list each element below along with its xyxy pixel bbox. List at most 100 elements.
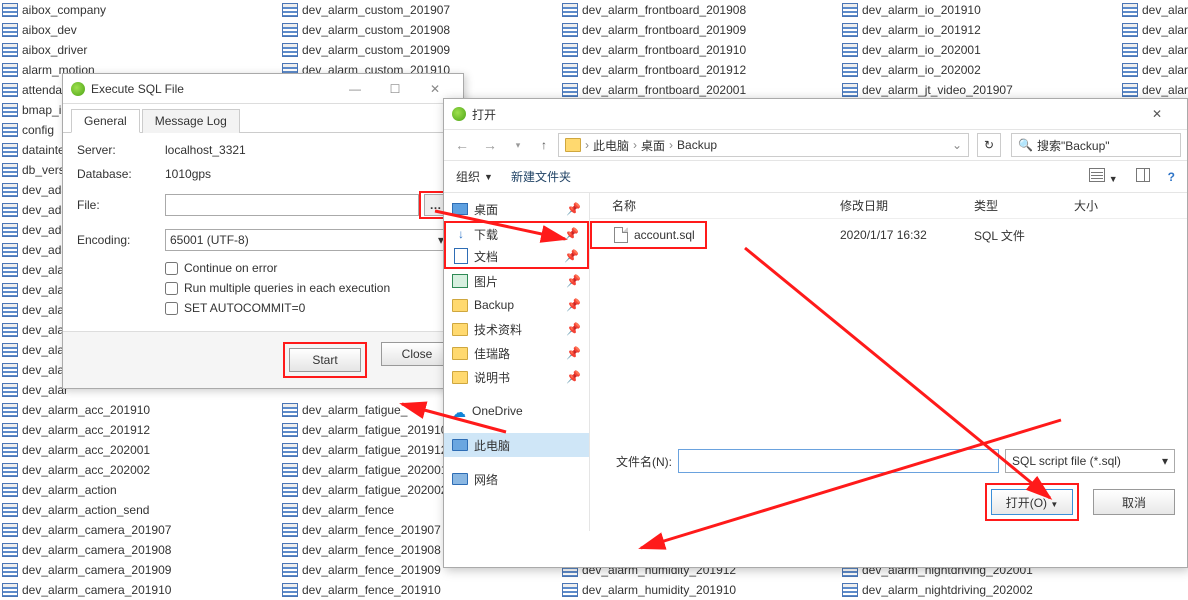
file-row[interactable]: account.sql 2020/1/17 16:32 SQL 文件 — [590, 223, 1187, 247]
sidebar-this-pc[interactable]: 此电脑 — [444, 433, 589, 457]
table-icon — [282, 503, 298, 517]
filename-input[interactable] — [678, 449, 999, 473]
column-headers[interactable]: 名称 修改日期 类型 大小 — [590, 193, 1187, 219]
table-item[interactable]: dev_alarm_acc_201912 — [0, 420, 280, 440]
table-icon — [562, 63, 578, 77]
tab-general[interactable]: General — [71, 109, 140, 133]
search-input[interactable]: 🔍搜索"Backup" — [1011, 133, 1181, 157]
preview-pane-button[interactable] — [1136, 168, 1150, 185]
table-item[interactable]: dev_alarm_frontboard_201908 — [560, 0, 840, 20]
refresh-button[interactable]: ↻ — [977, 133, 1001, 157]
maximize-button[interactable]: ☐ — [375, 79, 415, 99]
continue-on-error-checkbox[interactable]: Continue on error — [165, 261, 449, 275]
minimize-button[interactable]: — — [335, 79, 375, 99]
table-item[interactable]: dev_alarm_camera_201908 — [0, 540, 280, 560]
table-item[interactable]: dev_alarm_frontboard_201912 — [560, 60, 840, 80]
table-item[interactable]: dev_alarm_camera_201910 — [0, 580, 280, 600]
table-icon — [2, 3, 18, 17]
chevron-down-icon[interactable]: ⌄ — [952, 138, 962, 152]
table-item[interactable]: dev_alarm — [1120, 80, 1188, 100]
view-mode-button[interactable]: ▼ — [1089, 168, 1117, 185]
new-folder-button[interactable]: 新建文件夹 — [511, 168, 571, 185]
table-item[interactable]: dev_alarm_camera_201907 — [0, 520, 280, 540]
table-icon — [2, 223, 18, 237]
table-item[interactable]: dev_alarm_action_send — [0, 500, 280, 520]
table-item[interactable]: dev_alarm_jt_video_201907 — [840, 80, 1120, 100]
file-filter-select[interactable]: SQL script file (*.sql)▾ — [1005, 449, 1175, 473]
table-item[interactable]: dev_alarm_action — [0, 480, 280, 500]
encoding-select[interactable]: 65001 (UTF-8)▾ — [165, 229, 449, 251]
sidebar-pictures[interactable]: 图片📌 — [444, 269, 589, 293]
table-icon — [2, 443, 18, 457]
places-sidebar: 桌面📌 ↓下载📌 文档📌 图片📌 Backup📌 技术资料📌 佳瑞路📌 说明书📌… — [444, 193, 590, 531]
table-item[interactable]: dev_alarm — [1120, 20, 1188, 40]
up-button[interactable]: ↑ — [534, 135, 554, 155]
sidebar-backup[interactable]: Backup📌 — [444, 293, 589, 317]
open-dialog-titlebar[interactable]: 打开 ✕ — [444, 99, 1187, 129]
col-size[interactable]: 大小 — [1074, 197, 1114, 214]
server-label: Server: — [77, 143, 165, 157]
sidebar-downloads[interactable]: ↓下载📌 — [444, 221, 589, 245]
table-item[interactable]: dev_alarm — [1120, 40, 1188, 60]
dialog-titlebar[interactable]: Execute SQL File — ☐ ✕ — [63, 74, 463, 104]
table-item[interactable]: dev_alarm — [1120, 0, 1188, 20]
table-icon — [842, 83, 858, 97]
table-item[interactable]: dev_alarm_frontboard_202001 — [560, 80, 840, 100]
table-item[interactable]: dev_alarm_nightdriving_202002 — [840, 580, 1120, 600]
table-item[interactable]: dev_alarm_acc_202002 — [0, 460, 280, 480]
col-type[interactable]: 类型 — [974, 197, 1074, 214]
table-icon — [2, 183, 18, 197]
sidebar-manual[interactable]: 说明书📌 — [444, 365, 589, 389]
autocommit-checkbox[interactable]: SET AUTOCOMMIT=0 — [165, 301, 449, 315]
download-icon: ↓ — [454, 227, 468, 241]
file-label: File: — [77, 198, 165, 212]
cancel-button[interactable]: 取消 — [1093, 489, 1175, 515]
sidebar-documents[interactable]: 文档📌 — [444, 245, 589, 269]
table-item[interactable]: aibox_dev — [0, 20, 280, 40]
table-icon — [2, 263, 18, 277]
table-item[interactable]: dev_alarm_camera_201909 — [0, 560, 280, 580]
table-item[interactable]: dev_alarm_frontboard_201910 — [560, 40, 840, 60]
col-date[interactable]: 修改日期 — [840, 197, 974, 214]
table-item[interactable]: dev_alarm_custom_201909 — [280, 40, 560, 60]
table-item[interactable]: dev_alarm_acc_202001 — [0, 440, 280, 460]
forward-button[interactable]: → — [478, 133, 502, 157]
sidebar-onedrive[interactable]: ☁OneDrive — [444, 399, 589, 423]
table-item[interactable]: dev_alarm_io_202001 — [840, 40, 1120, 60]
close-button[interactable]: ✕ — [415, 79, 455, 99]
start-button[interactable]: Start — [289, 348, 361, 372]
table-item[interactable]: dev_alarm_custom_201908 — [280, 20, 560, 40]
table-item[interactable]: dev_alarm_io_201910 — [840, 0, 1120, 20]
table-icon — [2, 523, 18, 537]
table-icon — [842, 23, 858, 37]
open-button[interactable]: 打开(O) ▼ — [991, 489, 1073, 515]
table-item[interactable]: aibox_driver — [0, 40, 280, 60]
tab-message-log[interactable]: Message Log — [142, 109, 240, 133]
organize-menu[interactable]: 组织▼ — [456, 168, 493, 185]
sidebar-network[interactable]: 网络 — [444, 467, 589, 491]
help-button[interactable]: ? — [1168, 170, 1175, 184]
sidebar-techdata[interactable]: 技术资料📌 — [444, 317, 589, 341]
pictures-icon — [452, 274, 468, 288]
file-input[interactable] — [165, 194, 419, 216]
close-button[interactable]: ✕ — [1135, 100, 1179, 128]
table-item[interactable]: dev_alarm_humidity_201910 — [560, 580, 840, 600]
table-icon — [282, 463, 298, 477]
breadcrumb[interactable]: › 此电脑› 桌面› Backup ⌄ — [558, 133, 969, 157]
table-item[interactable]: dev_alarm_frontboard_201909 — [560, 20, 840, 40]
table-item[interactable]: dev_alarm_io_202002 — [840, 60, 1120, 80]
table-icon — [282, 563, 298, 577]
table-item[interactable]: dev_alarm_custom_201907 — [280, 0, 560, 20]
table-item[interactable]: dev_alarm_acc_201910 — [0, 400, 280, 420]
run-multiple-checkbox[interactable]: Run multiple queries in each execution — [165, 281, 449, 295]
table-icon — [842, 3, 858, 17]
table-item[interactable]: dev_alarm — [1120, 60, 1188, 80]
history-dropdown[interactable]: ▾ — [506, 133, 530, 157]
sidebar-jiarulu[interactable]: 佳瑞路📌 — [444, 341, 589, 365]
sidebar-desktop[interactable]: 桌面📌 — [444, 197, 589, 221]
col-name[interactable]: 名称 — [590, 197, 840, 214]
table-item[interactable]: dev_alarm_fence_201910 — [280, 580, 560, 600]
back-button[interactable]: ← — [450, 133, 474, 157]
table-item[interactable]: aibox_company — [0, 0, 280, 20]
table-item[interactable]: dev_alarm_io_201912 — [840, 20, 1120, 40]
